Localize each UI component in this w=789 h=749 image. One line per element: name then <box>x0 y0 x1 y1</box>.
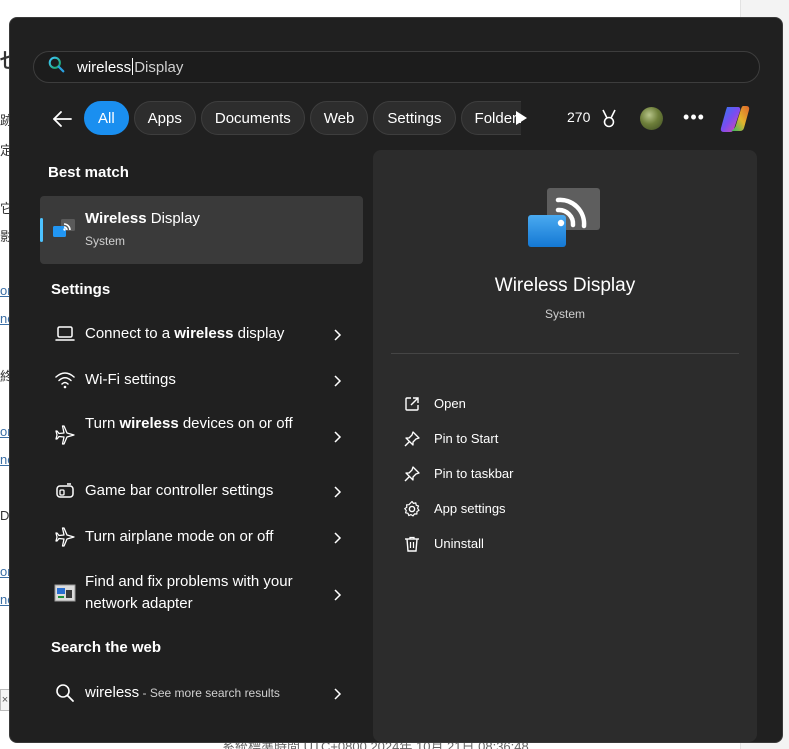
pin-icon <box>403 465 421 483</box>
network-troubleshooter-icon <box>54 582 76 604</box>
chevron-right-icon <box>332 531 342 544</box>
action-label: Pin to taskbar <box>434 466 514 481</box>
label-part: display <box>233 325 285 342</box>
settings-item-turn-wireless-devices[interactable]: Turn wireless devices on or off <box>40 411 363 459</box>
chevron-right-icon <box>332 328 342 341</box>
best-match-result[interactable]: Wireless Display System <box>40 196 363 264</box>
wifi-icon <box>54 369 76 391</box>
game-controller-icon <box>54 480 76 502</box>
search-the-web-heading: Search the web <box>51 639 162 656</box>
copilot-icon[interactable] <box>718 103 752 135</box>
settings-item-label: Connect to a wireless display <box>85 323 284 345</box>
details-pane: Wireless Display System Open Pin to Star… <box>373 150 757 742</box>
search-panel: wireless Display All Apps Documents Web S… <box>9 17 783 743</box>
label-part: Turn <box>85 415 120 432</box>
chevron-right-icon <box>332 588 342 601</box>
rewards-trophy-icon[interactable] <box>598 107 620 129</box>
label-highlight: wireless <box>174 325 234 342</box>
divider <box>391 353 739 354</box>
filter-chip-settings[interactable]: Settings <box>373 101 456 135</box>
search-input[interactable]: wireless Display <box>33 51 760 83</box>
avatar[interactable] <box>640 107 663 130</box>
pin-icon <box>403 430 421 448</box>
details-title: Wireless Display <box>494 275 636 296</box>
web-search-suffix: - See more search results <box>139 686 280 700</box>
settings-item-label: Turn wireless devices on or off <box>85 413 305 435</box>
wireless-display-icon <box>528 188 600 248</box>
filter-bar: All Apps Documents Web Settings Folders … <box>40 101 770 135</box>
chevron-right-icon <box>332 687 342 700</box>
settings-item-network-troubleshooter[interactable]: Find and fix problems with your network … <box>40 569 363 617</box>
gear-icon <box>403 500 421 518</box>
action-label: App settings <box>434 501 506 516</box>
search-icon <box>48 56 65 78</box>
chevron-right-icon <box>332 374 342 387</box>
settings-item-wifi-settings[interactable]: Wi-Fi settings <box>40 366 363 394</box>
search-query: wireless <box>77 59 132 76</box>
filter-chip-folders[interactable]: Folders <box>460 101 521 135</box>
filter-chip-documents[interactable]: Documents <box>200 101 305 135</box>
search-icon <box>54 682 76 704</box>
rewards-points[interactable]: 270 <box>567 109 590 125</box>
best-match-name-rest: Display <box>146 210 200 227</box>
action-label: Open <box>434 396 466 411</box>
settings-item-connect-wireless-display[interactable]: Connect to a wireless display <box>40 320 363 348</box>
settings-item-label: Turn airplane mode on or off <box>85 528 274 545</box>
filter-chips: All Apps Documents Web Settings Folders <box>84 101 521 135</box>
best-match-heading: Best match <box>48 164 129 181</box>
settings-heading: Settings <box>51 281 111 298</box>
settings-item-game-bar-controller[interactable]: Game bar controller settings <box>40 477 363 505</box>
action-label: Pin to Start <box>434 431 499 446</box>
scroll-filters-play-icon[interactable] <box>513 110 529 126</box>
action-label: Uninstall <box>434 536 484 551</box>
details-subtitle: System <box>544 307 585 321</box>
laptop-icon <box>54 323 76 345</box>
chevron-right-icon <box>332 430 342 443</box>
trash-icon <box>403 535 421 553</box>
back-arrow-icon[interactable] <box>50 107 74 131</box>
label-part: Connect to a <box>85 325 175 342</box>
settings-item-airplane-mode[interactable]: Turn airplane mode on or off <box>40 523 363 551</box>
settings-item-label: Game bar controller settings <box>85 482 274 499</box>
best-match-name-highlight: Wireless <box>85 210 147 227</box>
best-match-type: System <box>85 234 126 248</box>
web-search-query: wireless <box>85 684 140 701</box>
label-part: devices on or off <box>178 415 293 432</box>
filter-chip-web[interactable]: Web <box>309 101 369 135</box>
web-search-result[interactable]: wireless - See more search results <box>40 679 363 707</box>
chevron-right-icon <box>332 485 342 498</box>
filter-chip-apps[interactable]: Apps <box>133 101 196 135</box>
label-highlight: wireless <box>119 415 179 432</box>
web-search-label: wireless - See more search results <box>85 682 280 704</box>
search-query-text: wireless Display <box>77 58 183 76</box>
airplane-icon <box>54 424 76 446</box>
more-options-icon[interactable]: ••• <box>682 107 706 129</box>
selection-indicator <box>40 218 43 242</box>
open-external-icon <box>403 395 421 413</box>
settings-item-label: Wi-Fi settings <box>85 371 176 388</box>
airplane-icon <box>54 526 76 548</box>
search-autocomplete-suffix: Display <box>134 59 184 76</box>
settings-item-label: Find and fix problems with your network … <box>85 573 293 612</box>
wireless-display-icon <box>52 217 76 241</box>
filter-chip-all[interactable]: All <box>84 101 129 135</box>
best-match-name: Wireless Display <box>85 210 200 227</box>
